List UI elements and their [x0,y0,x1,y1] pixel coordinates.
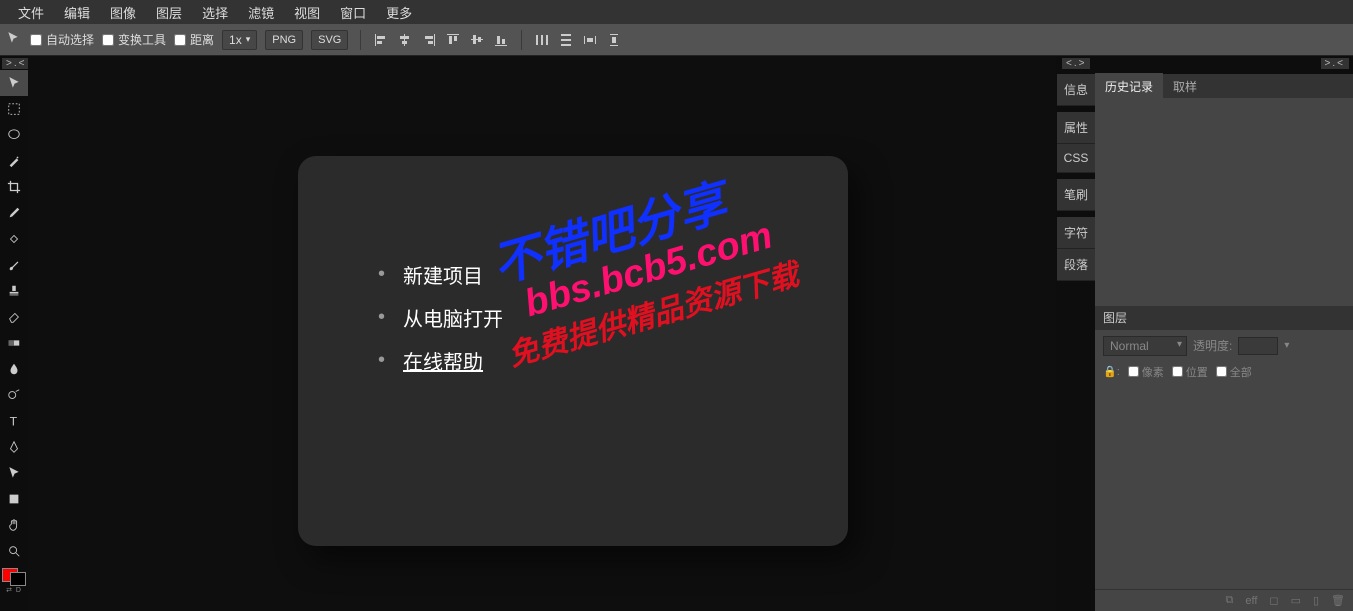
layers-footer: ⧉ eff ◻ ▭ ▯ 🗑 [1095,589,1353,611]
transform-label: 变换工具 [118,31,166,48]
vtab-paragraph[interactable]: 段落 [1057,249,1095,281]
align-bottom-icon[interactable] [493,32,509,48]
collapse-right[interactable]: >.< [1321,58,1349,69]
stamp-tool[interactable] [0,278,28,304]
crop-tool[interactable] [0,174,28,200]
layers-list [1095,382,1353,590]
move-tool-icon [6,31,22,48]
auto-select-checkbox[interactable]: 自动选择 [30,31,94,48]
auto-select-label: 自动选择 [46,31,94,48]
opacity-label: 透明度: [1193,337,1232,354]
workspace: 新建项目 从电脑打开 在线帮助 不错吧分享 bbs.bcb5.com 免费提供精… [28,56,1056,611]
pen-tool[interactable] [0,434,28,460]
distribute-spacing-v-icon[interactable] [606,32,622,48]
new-folder-icon[interactable]: ▭ [1291,594,1301,607]
separator [521,30,522,50]
lasso-tool[interactable] [0,122,28,148]
tab-sample[interactable]: 取样 [1163,73,1207,100]
lock-icon: 🔒: [1103,365,1120,378]
layer-locks: 🔒: 像素 位置 全部 [1095,362,1353,382]
svg-text:T: T [10,414,18,428]
shape-tool[interactable] [0,486,28,512]
welcome-new-project[interactable]: 新建项目 [378,260,768,289]
align-center-h-icon[interactable] [397,32,413,48]
align-center-v-icon[interactable] [469,32,485,48]
menu-file[interactable]: 文件 [8,3,54,22]
menu-window[interactable]: 窗口 [330,3,376,22]
export-svg-button[interactable]: SVG [311,30,348,50]
vtab-info[interactable]: 信息 [1057,74,1095,106]
menu-filter[interactable]: 滤镜 [238,3,284,22]
menu-select[interactable]: 选择 [192,3,238,22]
delete-layer-icon[interactable]: 🗑 [1331,594,1345,607]
gradient-tool[interactable] [0,330,28,356]
dodge-tool[interactable] [0,382,28,408]
layers-panel-header: 图层 [1095,306,1353,330]
menu-bar: 文件 编辑 图像 图层 选择 滤镜 视图 窗口 更多 [0,0,1353,24]
vtab-properties[interactable]: 属性 [1057,112,1095,144]
export-png-button[interactable]: PNG [265,30,303,50]
lock-pixels[interactable]: 像素 [1128,364,1164,380]
layer-fx-icon[interactable]: eff [1245,595,1257,607]
blur-tool[interactable] [0,356,28,382]
move-tool[interactable] [0,70,28,96]
vtab-character[interactable]: 字符 [1057,217,1095,249]
menu-layer[interactable]: 图层 [146,3,192,22]
tool-bar: T ⇄ D [0,70,28,594]
align-left-icon[interactable] [373,32,389,48]
eraser-tool[interactable] [0,304,28,330]
distance-label: 距离 [190,31,214,48]
welcome-panel: 新建项目 从电脑打开 在线帮助 [298,156,848,546]
color-swatch[interactable] [2,568,26,586]
welcome-open-from-computer[interactable]: 从电脑打开 [378,303,768,332]
menu-more[interactable]: 更多 [376,3,422,22]
options-bar: 自动选择 变换工具 距离 1x▾ PNG SVG [0,24,1353,56]
collapse-left[interactable]: >.< [2,58,30,69]
menu-view[interactable]: 视图 [284,3,330,22]
new-layer-icon[interactable]: ▯ [1313,594,1319,607]
lock-all[interactable]: 全部 [1216,364,1252,380]
link-layers-icon[interactable]: ⧉ [1226,594,1234,607]
wand-tool[interactable] [0,148,28,174]
welcome-online-help[interactable]: 在线帮助 [378,346,768,375]
history-body [1095,98,1353,306]
distribute-spacing-h-icon[interactable] [582,32,598,48]
hand-tool[interactable] [0,512,28,538]
scale-select[interactable]: 1x▾ [222,30,257,50]
distribute-v-icon[interactable] [558,32,574,48]
eyedropper-tool[interactable] [0,200,28,226]
vtab-css[interactable]: CSS [1057,144,1095,173]
history-tabs: 历史记录 取样 [1095,74,1353,98]
swatch-reset[interactable]: ⇄ D [0,586,28,594]
align-top-icon[interactable] [445,32,461,48]
menu-edit[interactable]: 编辑 [54,3,100,22]
layers-title: 图层 [1103,309,1127,326]
background-color[interactable] [10,572,26,586]
chevron-down-icon[interactable]: ▾ [1284,340,1289,351]
panel-tabs: 信息 属性 CSS 笔刷 字符 段落 [1057,74,1095,281]
separator [360,30,361,50]
menu-image[interactable]: 图像 [100,3,146,22]
distribute-h-icon[interactable] [534,32,550,48]
blend-mode-select[interactable]: Normal [1103,336,1187,356]
layer-mask-icon[interactable]: ◻ [1269,594,1278,607]
distance-checkbox[interactable]: 距离 [174,31,214,48]
lock-position[interactable]: 位置 [1172,364,1208,380]
heal-tool[interactable] [0,226,28,252]
type-tool[interactable]: T [0,408,28,434]
transform-checkbox[interactable]: 变换工具 [102,31,166,48]
layers-options: Normal 透明度: ▾ [1095,330,1353,362]
vtab-brush[interactable]: 笔刷 [1057,179,1095,211]
align-right-icon[interactable] [421,32,437,48]
zoom-tool[interactable] [0,538,28,564]
opacity-value[interactable] [1238,337,1278,355]
marquee-tool[interactable] [0,96,28,122]
tab-history[interactable]: 历史记录 [1095,73,1163,100]
collapse-mid[interactable]: <.> [1062,58,1090,69]
path-select-tool[interactable] [0,460,28,486]
right-panel: 历史记录 取样 图层 Normal 透明度: ▾ 🔒: 像素 位置 全部 ⧉ e… [1095,74,1353,611]
brush-tool[interactable] [0,252,28,278]
chevron-down-icon: ▾ [246,34,251,45]
